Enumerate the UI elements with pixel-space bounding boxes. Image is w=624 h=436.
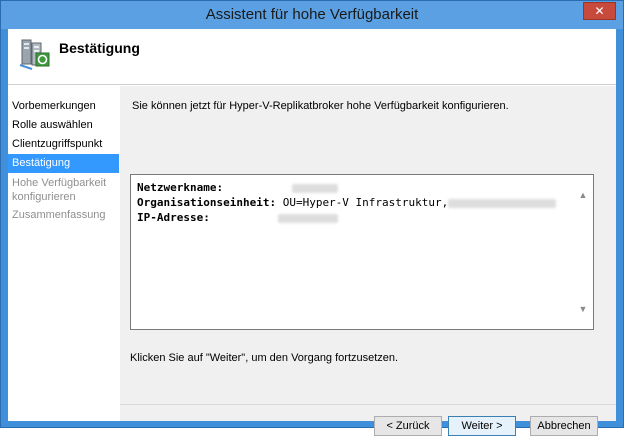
nav-item-hohe-verfuegbarkeit: Hohe Verfügbarkeit konfigurieren xyxy=(12,177,107,203)
network-name-label: Netzwerkname: xyxy=(137,181,224,194)
nav-item-vorbemerkungen[interactable]: Vorbemerkungen xyxy=(8,97,119,116)
next-button[interactable]: Weiter > xyxy=(448,416,516,436)
cancel-button[interactable]: Abbrechen xyxy=(530,416,598,436)
confirmation-details-box[interactable]: Netzwerkname: Organisationseinheit: OU=H… xyxy=(130,174,594,330)
ou-label: Organisationseinheit: xyxy=(137,196,277,209)
redacted-ip-address xyxy=(278,213,339,223)
cluster-server-icon xyxy=(19,39,50,70)
continue-hint: Klicken Sie auf "Weiter", um den Vorgang… xyxy=(130,352,399,364)
redacted-network-name xyxy=(291,183,338,193)
nav-item-zusammenfassung: Zusammenfassung xyxy=(12,209,106,221)
client-area: Bestätigung Vorbemerkungen Rolle auswähl… xyxy=(8,29,616,436)
detail-ip: IP-Adresse: xyxy=(137,210,556,225)
detail-network-name: Netzwerkname: xyxy=(137,180,556,195)
redacted-ou-value xyxy=(448,198,557,208)
scroll-down-icon[interactable]: ▼ xyxy=(577,303,589,315)
detail-ou: Organisationseinheit: OU=Hyper-V Infrast… xyxy=(137,195,557,210)
back-button[interactable]: < Zurück xyxy=(374,416,442,436)
page-title: Bestätigung xyxy=(59,40,140,56)
scroll-up-icon[interactable]: ▲ xyxy=(577,189,589,201)
wizard-nav: Vorbemerkungen Rolle auswählen Clientzug… xyxy=(8,86,119,421)
wizard-content: Sie können jetzt für Hyper-V-Replikatbro… xyxy=(120,86,616,436)
nav-item-clientzugriffspunkt[interactable]: Clientzugriffspunkt xyxy=(8,135,119,154)
nav-item-bestaetigung[interactable]: Bestätigung xyxy=(8,154,119,173)
window-title: Assistent für hohe Verfügbarkeit xyxy=(205,6,419,23)
title-bar[interactable]: Assistent für hohe Verfügbarkeit ✕ xyxy=(1,1,623,29)
ou-value: OU=Hyper-V Infrastruktur, xyxy=(282,196,449,209)
intro-text: Sie können jetzt für Hyper-V-Replikatbro… xyxy=(132,100,509,112)
wizard-window: Assistent für hohe Verfügbarkeit ✕ Bestä… xyxy=(0,0,624,436)
ip-label: IP-Adresse: xyxy=(137,211,210,224)
close-button[interactable]: ✕ xyxy=(583,2,616,20)
nav-item-rolle-auswaehlen[interactable]: Rolle auswählen xyxy=(8,116,119,135)
footer-divider xyxy=(120,404,616,405)
wizard-header: Bestätigung xyxy=(8,29,616,85)
